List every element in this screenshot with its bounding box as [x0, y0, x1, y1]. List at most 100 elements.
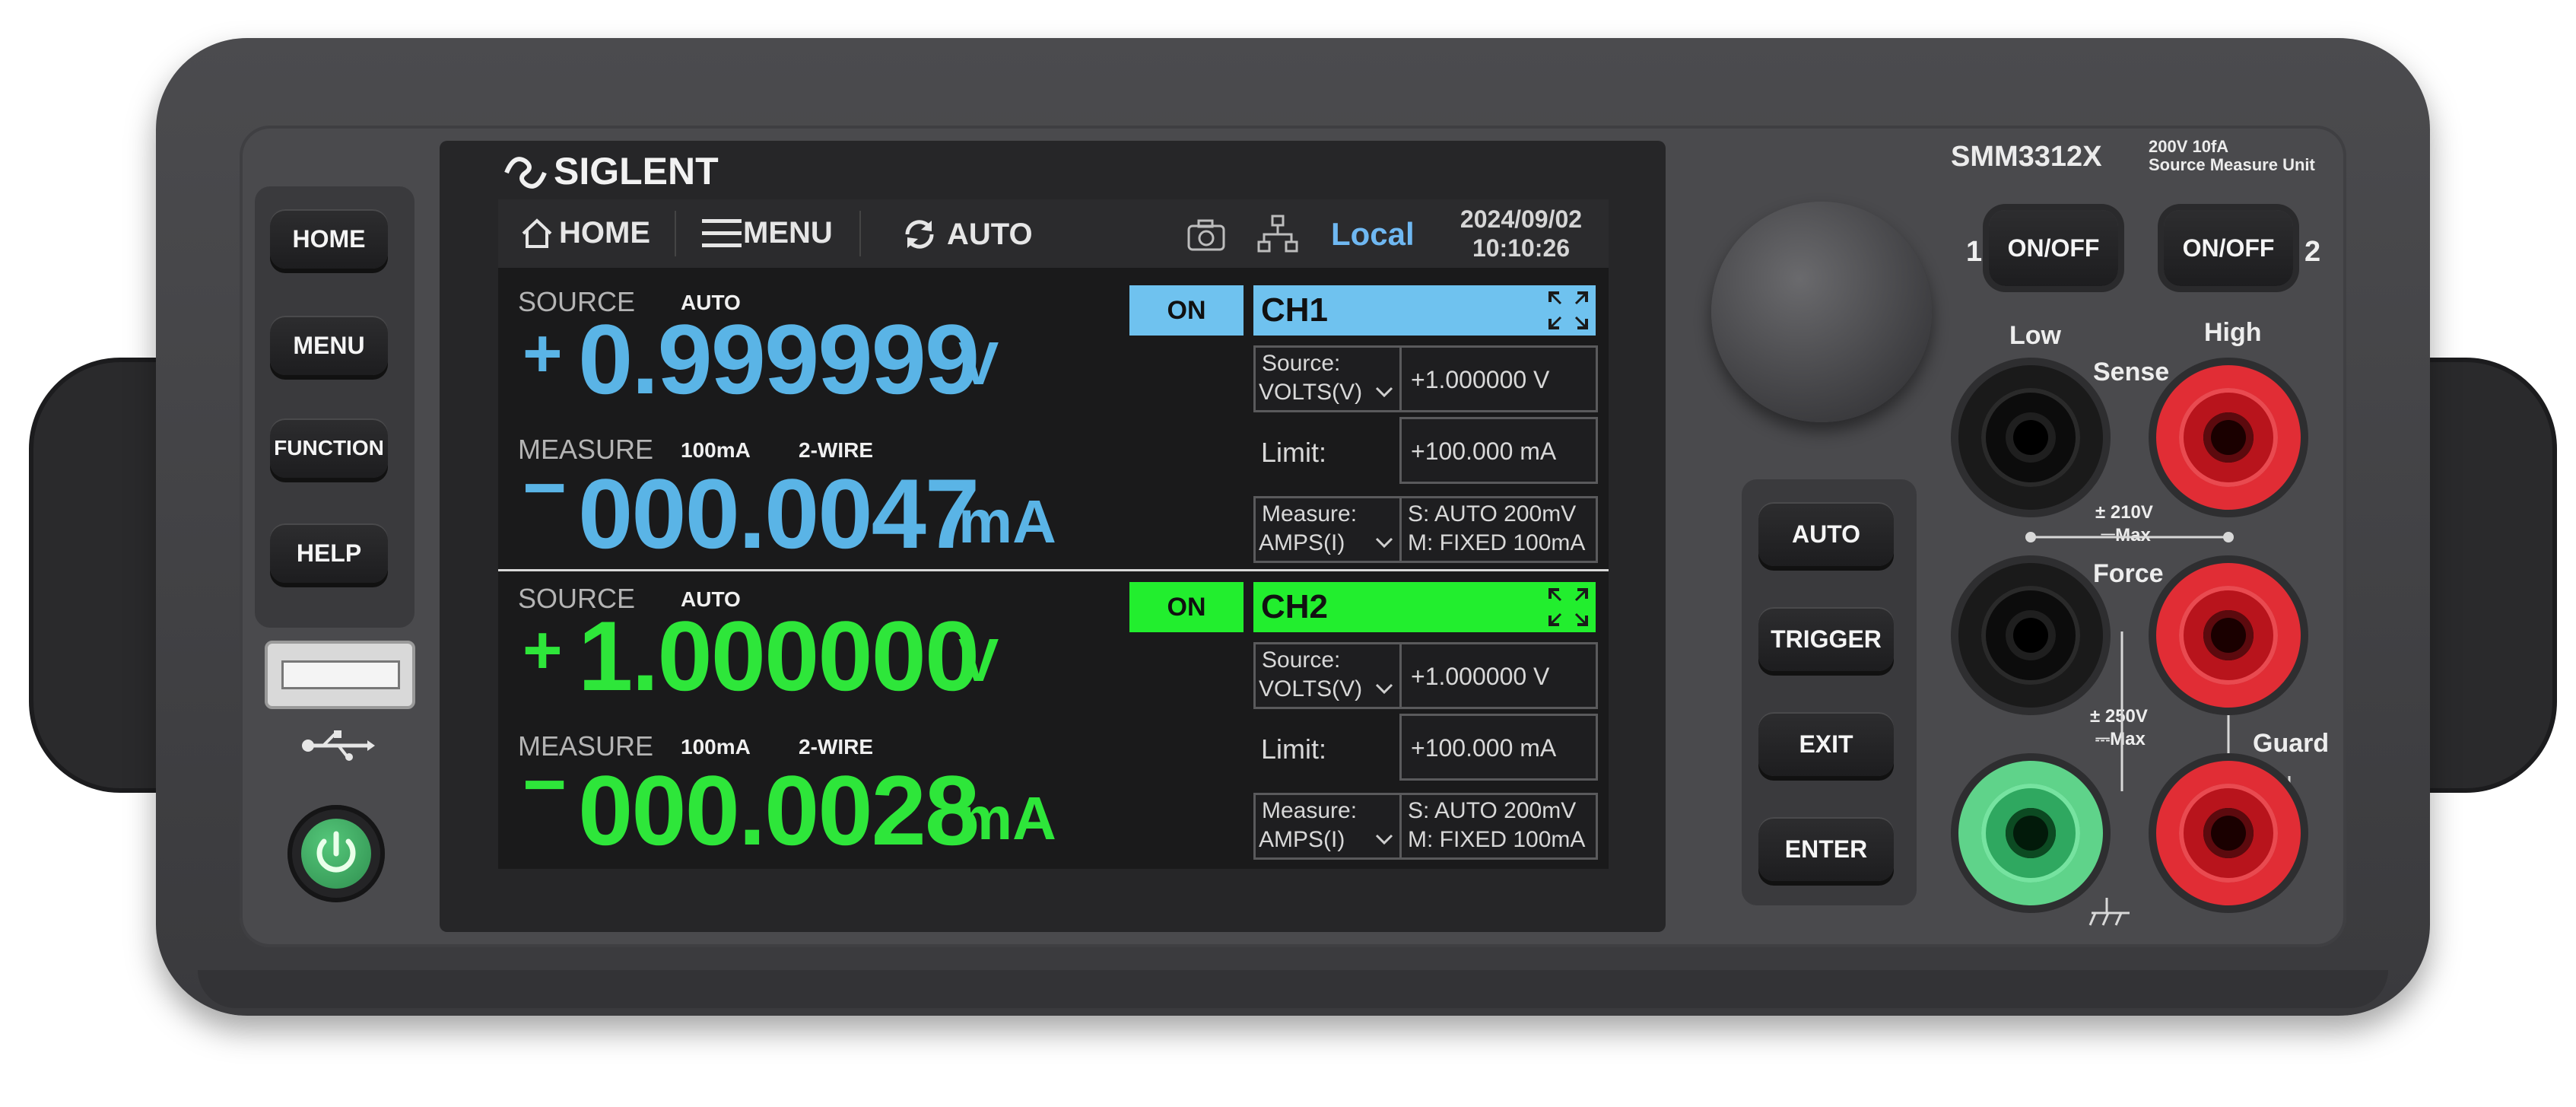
auto-button-label: AUTO	[1791, 520, 1861, 548]
trigger-button[interactable]: TRIGGER	[1758, 607, 1894, 671]
trigger-button-label: TRIGGER	[1771, 625, 1882, 653]
ch1-source-sign: +	[523, 316, 563, 392]
ch1-measure-field-label: Measure:	[1262, 501, 1358, 526]
topbar-home[interactable]: HOME	[559, 216, 650, 250]
chevron-down-icon	[1374, 535, 1394, 550]
ch2-limit-field[interactable]: +100.000 mA	[1399, 714, 1598, 781]
ch1-header[interactable]: CH1	[1253, 285, 1596, 336]
force-high-terminal[interactable]	[2156, 563, 2301, 708]
ch2-output-number: 2	[2304, 236, 2321, 268]
ch1-output-state[interactable]: ON	[1129, 285, 1244, 336]
ch1-source-unit: V	[958, 329, 999, 397]
power-icon	[301, 819, 371, 889]
chassis-ground-terminal[interactable]	[1958, 761, 2103, 905]
function-button[interactable]: FUNCTION	[270, 418, 388, 478]
ch1-source-setpoint-field[interactable]: +1.000000 V	[1399, 345, 1598, 412]
power-button[interactable]	[287, 805, 385, 902]
ch1-measure-field-option: AMPS(I)	[1259, 530, 1345, 555]
topbar-divider	[675, 211, 676, 256]
chevron-down-icon	[1374, 681, 1394, 696]
topbar-time: 10:10:26	[1472, 234, 1571, 262]
topbar-auto[interactable]: AUTO	[947, 218, 1033, 252]
model-name: SMM3312X	[1951, 141, 2102, 173]
ch2-measure-unit: mA	[958, 784, 1056, 852]
ch1-measure-function-select[interactable]: Measure: AMPS(I)	[1253, 496, 1402, 563]
ch2-source-value: 1.000000	[578, 600, 980, 711]
ch2-measure-meter-range: M: FIXED 100mA	[1408, 827, 1586, 852]
help-button-label: HELP	[296, 539, 362, 567]
ch1-measure-meter-range: M: FIXED 100mA	[1408, 530, 1586, 555]
ch2-measure-field-option: AMPS(I)	[1259, 827, 1345, 852]
model-description: Source Measure Unit	[2149, 155, 2315, 174]
ch1-onoff-label: ON/OFF	[2007, 234, 2100, 262]
exit-button[interactable]: EXIT	[1758, 712, 1894, 776]
ch2-measure-sign: −	[523, 742, 567, 827]
home-icon[interactable]	[519, 216, 554, 251]
channel-1-panel: SOURCE AUTO + 0.999999 V MEASURE 100mA 2…	[498, 268, 1609, 569]
expand-icon[interactable]	[1547, 587, 1590, 628]
rotary-knob[interactable]	[1711, 202, 1932, 422]
ch2-measure-field-label: Measure:	[1262, 798, 1358, 823]
ch1-source-setpoint: +1.000000 V	[1411, 366, 1550, 393]
ch2-source-field-option: VOLTS(V)	[1259, 676, 1363, 701]
chevron-down-icon	[1374, 832, 1394, 847]
ch2-name: CH2	[1261, 588, 1329, 625]
guard-terminal[interactable]	[2156, 761, 2301, 905]
siglent-logo-icon	[499, 146, 552, 199]
topbar-divider	[859, 211, 861, 256]
ch2-measure-range-field[interactable]: S: AUTO 200mV M: FIXED 100mA	[1399, 793, 1598, 860]
model-rating: 200V 10fA	[2149, 137, 2229, 156]
ch2-measure-value: 000.0028	[578, 755, 980, 866]
ch1-limit-label: Limit:	[1261, 437, 1327, 468]
force-low-terminal[interactable]	[1958, 563, 2103, 708]
ch2-limit-value: +100.000 mA	[1411, 734, 1557, 762]
topbar-menu[interactable]: MENU	[743, 216, 833, 250]
chassis-bottom	[198, 970, 2388, 1008]
camera-icon[interactable]	[1186, 218, 1226, 252]
chevron-down-icon	[1374, 384, 1394, 399]
ch2-measure-function-select[interactable]: Measure: AMPS(I)	[1253, 793, 1402, 860]
ch1-output-onoff-button[interactable]: ON/OFF	[1989, 210, 2118, 286]
channel-2-panel: SOURCE AUTO + 1.000000 V MEASURE 100mA 2…	[498, 565, 1609, 869]
ch2-source-unit: V	[958, 626, 999, 694]
topbar-date: 2024/09/02	[1460, 205, 1583, 233]
sense-low-terminal[interactable]	[1958, 365, 2103, 510]
ch1-measure-range-field[interactable]: S: AUTO 200mV M: FIXED 100mA	[1399, 496, 1598, 563]
network-icon	[1257, 215, 1298, 254]
ch1-source-function-select[interactable]: Source: VOLTS(V)	[1253, 345, 1402, 412]
ch2-source-sign: +	[523, 612, 563, 689]
function-button-label: FUNCTION	[274, 436, 384, 460]
exit-button-label: EXIT	[1799, 730, 1853, 758]
home-button-label: HOME	[292, 224, 366, 253]
refresh-icon[interactable]	[901, 216, 938, 253]
ch2-source-function-select[interactable]: Source: VOLTS(V)	[1253, 642, 1402, 709]
menu-button[interactable]: MENU	[270, 316, 388, 375]
ch1-output-number: 1	[1966, 236, 1983, 268]
ch2-source-setpoint-field[interactable]: +1.000000 V	[1399, 642, 1598, 709]
ch2-header[interactable]: CH2	[1253, 582, 1596, 632]
usb-icon	[300, 727, 376, 765]
expand-icon[interactable]	[1547, 290, 1590, 331]
screen-topbar: HOME MENU AUTO Local 2024/09/02 10:10:26	[498, 199, 1609, 268]
auto-button[interactable]: AUTO	[1758, 502, 1894, 566]
ch1-source-field-label: Source:	[1262, 351, 1341, 376]
lcd-screen: HOME MENU AUTO Local 2024/09/02 10:10:26…	[498, 199, 1609, 869]
ch2-measure-source-range: S: AUTO 200mV	[1408, 798, 1577, 823]
enter-button[interactable]: ENTER	[1758, 817, 1894, 881]
usb-port[interactable]	[265, 641, 415, 709]
ch2-source-field-label: Source:	[1262, 647, 1341, 673]
ch2-output-state[interactable]: ON	[1129, 582, 1244, 632]
ch2-output-onoff-button[interactable]: ON/OFF	[2164, 210, 2293, 286]
ch1-limit-value: +100.000 mA	[1411, 437, 1557, 465]
menu-button-label: MENU	[293, 331, 365, 359]
enter-button-label: ENTER	[1784, 835, 1868, 863]
ch1-measure-sign: −	[523, 445, 567, 530]
home-button[interactable]: HOME	[270, 209, 388, 269]
sense-high-terminal[interactable]	[2156, 365, 2301, 510]
ch1-source-field-option: VOLTS(V)	[1259, 380, 1363, 405]
ch1-limit-field[interactable]: +100.000 mA	[1399, 417, 1598, 484]
ch1-measure-unit: mA	[958, 488, 1056, 555]
help-button[interactable]: HELP	[270, 523, 388, 583]
menu-icon[interactable]	[702, 218, 742, 250]
ch1-name: CH1	[1261, 291, 1329, 329]
